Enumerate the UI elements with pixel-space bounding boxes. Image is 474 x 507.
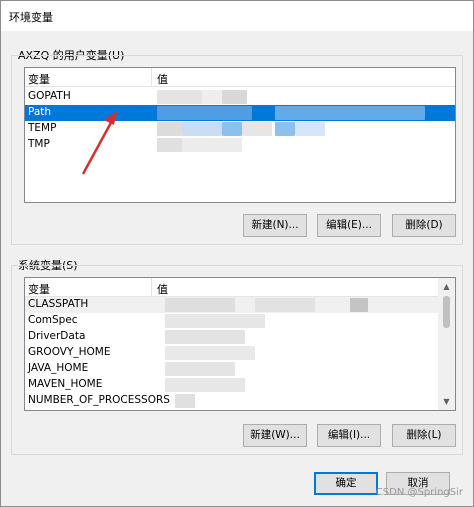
annotation-arrow-head xyxy=(104,111,117,125)
annotation-arrow-shaft xyxy=(81,118,115,175)
environment-variables-dialog: 环境变量 AXZQ 的用户变量(U) 变量 值 GOPATH Path TEMP xyxy=(0,0,474,507)
red-annotation-arrow xyxy=(81,111,117,175)
